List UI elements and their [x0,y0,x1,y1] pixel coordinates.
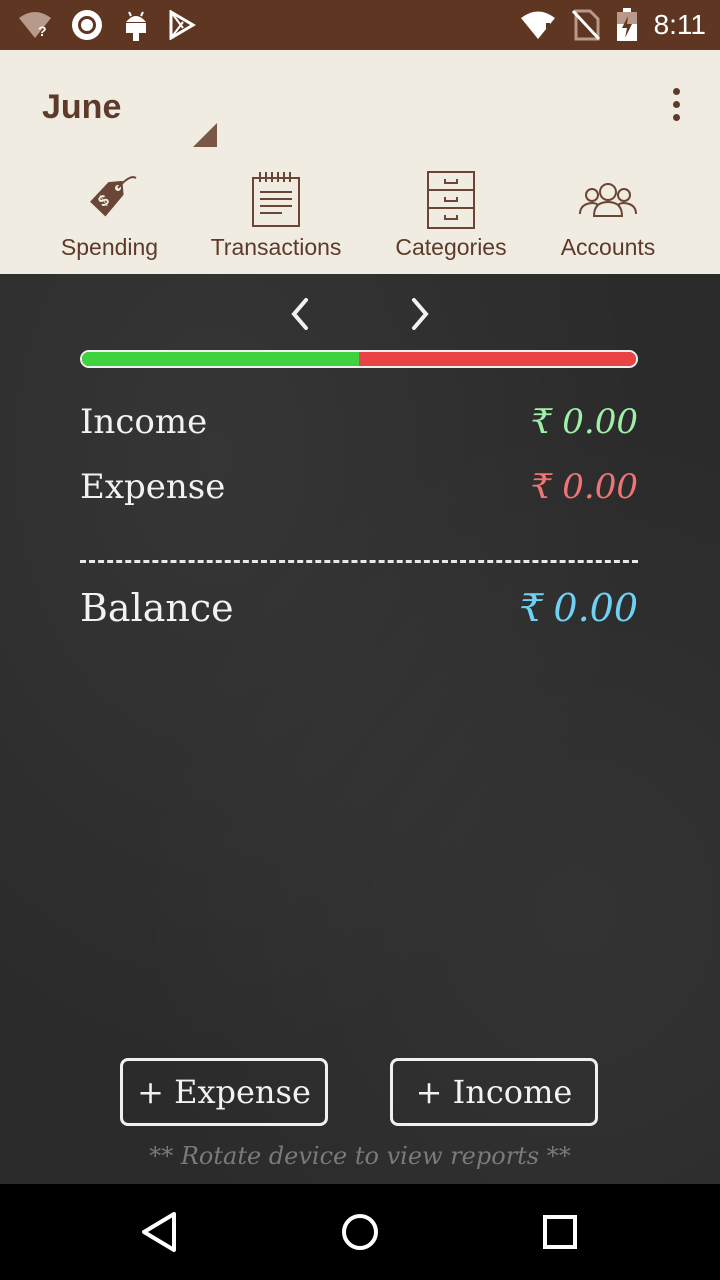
tab-label: Spending [60,234,159,260]
rupee-icon: ₹ [530,402,553,442]
back-icon[interactable] [136,1208,184,1256]
expense-amount: ₹ 0.00 [531,467,638,507]
home-icon[interactable] [336,1208,384,1256]
recents-icon[interactable] [536,1208,584,1256]
expense-value: 0.00 [562,467,638,507]
income-expense-bar [80,350,638,368]
no-sim-icon [571,9,600,41]
balance-amount: ₹ 0.00 [519,586,638,630]
system-nav-bar [0,1184,720,1280]
income-label: Income [80,402,208,442]
tab-transactions[interactable]: Transactions [198,160,354,274]
add-expense-button[interactable]: + Expense [120,1058,328,1126]
tab-label: Accounts [560,234,656,260]
balance-label: Balance [80,586,234,630]
next-month-icon[interactable] [400,290,440,338]
tab-label: Categories [395,234,507,260]
rotate-hint: ** Rotate device to view reports ** [149,1142,571,1170]
rupee-icon: ₹ [530,467,553,507]
app-bar: June $ Spending Transactions Categories … [0,50,720,383]
rupee-icon: ₹ [519,586,544,630]
income-bar-fill [82,352,359,366]
wifi-alert-icon [520,11,555,39]
tab-label: Transactions [210,234,342,260]
tab-bar: $ Spending Transactions Categories Accou… [0,160,720,383]
svg-text:?: ? [38,23,47,39]
previous-month-icon[interactable] [280,290,320,338]
add-income-button[interactable]: + Income [390,1058,598,1126]
income-value: 0.00 [562,402,638,442]
battery-charging-icon [616,8,637,41]
clock: 8:11 [653,9,706,40]
play-store-icon [169,10,196,40]
wifi-question-icon: ? [19,12,51,39]
chalkboard: Income ₹ 0.00 Expense ₹ 0.00 Balance ₹ 0… [0,274,720,1184]
drawer-cabinet-icon [427,171,475,229]
android-icon [126,11,146,41]
price-tag-icon: $ [89,176,137,217]
month-dropdown-indicator[interactable] [193,123,217,147]
tab-spending[interactable]: $ Spending [36,160,183,274]
status-bar: ? 8:11 [0,0,720,50]
tab-categories[interactable]: Categories [380,160,522,274]
tab-accounts[interactable]: Accounts [548,160,668,274]
divider [80,560,638,563]
circle-app-icon [72,10,102,40]
income-amount: ₹ 0.00 [531,402,638,442]
expense-bar-fill [359,352,636,366]
people-icon [579,183,637,217]
notepad-icon [252,172,300,227]
expense-label: Expense [80,467,226,507]
month-selector[interactable]: June [42,88,121,127]
balance-value: 0.00 [553,586,638,630]
overflow-menu-icon[interactable] [660,88,692,124]
